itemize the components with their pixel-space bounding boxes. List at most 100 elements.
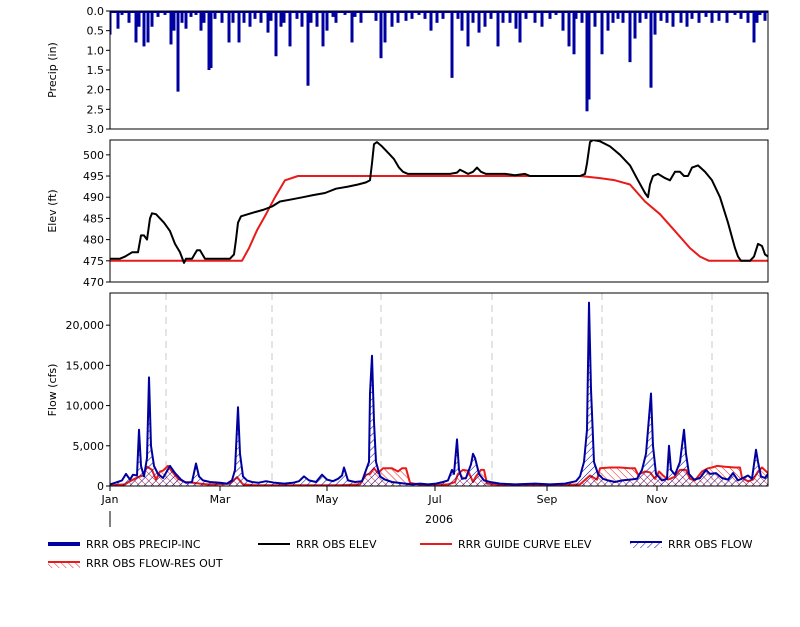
flow-gridlines: [165, 293, 713, 486]
legend-label-obs-flow: RRR OBS FLOW: [668, 538, 753, 551]
y-tick-label: 0.0: [87, 5, 105, 18]
precip-bar: [34, 11, 37, 88]
y-tick-label: 495: [83, 170, 104, 183]
precip-bar: [466, 11, 470, 47]
precip-bar: [621, 11, 625, 23]
precip-bar: [227, 11, 231, 43]
precip-bar: [142, 11, 146, 47]
y-tick-label: 5,000: [73, 440, 105, 453]
precip-bar: [417, 11, 421, 15]
x-tick-label: Mar: [210, 493, 231, 506]
precip-bar: [321, 11, 325, 47]
y-tick-label: 1.0: [87, 44, 105, 57]
precip-bar: [501, 11, 505, 23]
precip-bar: [194, 11, 198, 15]
year-label: 2006: [425, 513, 453, 526]
precip-bar: [134, 11, 138, 43]
precip-bar: [180, 11, 184, 23]
y-tick-label: 480: [83, 234, 104, 247]
precip-bar: [649, 11, 653, 88]
y-tick-label: 485: [83, 212, 104, 225]
guide-curve-line: [110, 175, 768, 262]
precip-bar: [685, 11, 689, 27]
precip-bar: [379, 11, 383, 59]
y-tick-label: 3.0: [87, 123, 105, 136]
precip-y-ticks: 0.0 0.5 1.0 1.5 2.0 2.5 3.0: [87, 5, 110, 136]
y-tick-label: 15,000: [66, 359, 105, 372]
precip-bar: [697, 11, 701, 23]
precip-bar: [315, 11, 319, 27]
legend: RRR OBS PRECIP-INC RRR OBS ELEV RRR GUID…: [48, 538, 753, 570]
precip-bar: [54, 11, 57, 23]
precip-bar: [679, 11, 683, 23]
legend-label-obs-elev: RRR OBS ELEV: [296, 538, 377, 551]
precip-bar: [725, 11, 729, 23]
precip-bar: [46, 11, 49, 23]
precip-bar: [763, 11, 767, 21]
precip-bar: [343, 11, 347, 15]
precip-bar: [746, 11, 750, 23]
precip-bar: [429, 11, 433, 31]
precip-bar: [758, 11, 762, 15]
precip-bar: [309, 11, 313, 23]
x-tick-label: Nov: [646, 493, 668, 506]
precip-bar: [199, 11, 203, 31]
precip-bar: [259, 11, 263, 23]
precip-bar: [611, 11, 615, 23]
x-tick-label: May: [316, 493, 339, 506]
precip-bar: [39, 11, 42, 19]
precip-bar: [514, 11, 518, 29]
precip-bar: [496, 11, 500, 47]
x-tick-label: Jan: [101, 493, 119, 506]
precip-bar: [69, 11, 72, 42]
precip-y-label: Precip (in): [46, 42, 59, 98]
precip-bar: [12, 11, 15, 13]
y-tick-label: 490: [83, 191, 104, 204]
precip-bar: [456, 11, 460, 19]
precip-bar: [306, 11, 310, 86]
precip-bar: [717, 11, 721, 21]
precip-bar: [477, 11, 481, 33]
precip-bar: [390, 11, 394, 27]
precip-bar: [483, 11, 487, 27]
precip-bar: [209, 11, 213, 69]
precip-bar: [665, 11, 669, 23]
precip-bar: [288, 11, 292, 47]
elev-panel: Elev (ft) 470 475 480 485 490 495 500: [46, 139, 769, 289]
flow-panel: Flow (cfs) 0 5,000 10,000 15,000 20,000 Jan M…: [46, 292, 769, 527]
precip-bar: [353, 11, 357, 17]
precip-bar: [279, 11, 283, 27]
precip-bar: [644, 11, 648, 19]
precip-bar: [202, 11, 206, 23]
precip-bar: [331, 11, 335, 17]
precip-bar: [231, 11, 235, 23]
flow-series: [110, 301, 768, 486]
precip-bar: [184, 11, 188, 29]
y-tick-label: 0.5: [87, 25, 105, 38]
precip-bar: [755, 11, 759, 23]
precip-bar: [518, 11, 522, 43]
precip-bar: [671, 11, 675, 27]
precip-bar: [423, 11, 427, 19]
x-tick-label: Jul: [427, 493, 441, 506]
precip-bar: [334, 11, 338, 23]
precip-bar: [242, 11, 246, 23]
precip-bars: [12, 11, 768, 112]
flow-y-label: Flow (cfs): [46, 364, 59, 417]
precip-bar: [710, 11, 714, 23]
precip-bar: [739, 11, 743, 19]
precip-bar: [49, 11, 52, 35]
precip-bar: [533, 11, 537, 23]
precip-bar: [638, 11, 642, 23]
precip-bar: [633, 11, 637, 39]
precip-bar: [295, 11, 299, 19]
precip-bar: [172, 11, 176, 31]
y-tick-label: 2.0: [87, 84, 105, 97]
legend-label-precip: RRR OBS PRECIP-INC: [86, 538, 201, 551]
precip-bar: [567, 11, 571, 47]
precip-bar: [471, 11, 475, 23]
legend-item-res-out: RRR OBS FLOW-RES OUT: [48, 557, 223, 570]
precip-bar: [508, 11, 512, 23]
precip-bar: [146, 11, 150, 43]
precip-bar: [435, 11, 439, 23]
